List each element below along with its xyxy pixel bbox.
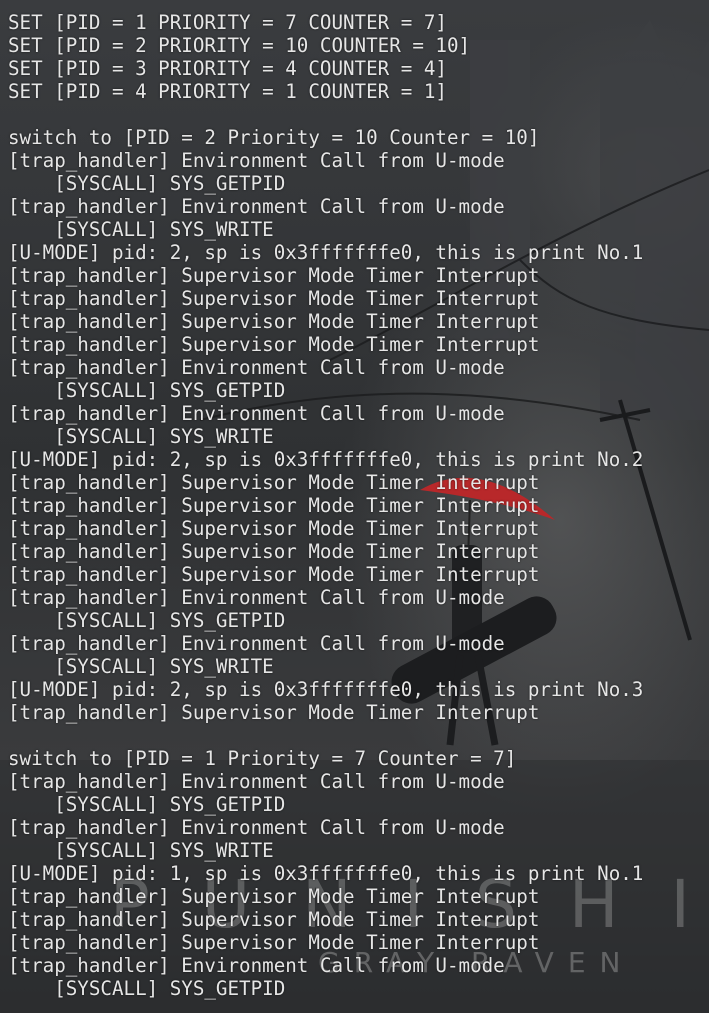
terminal-line: SET [PID = 2 PRIORITY = 10 COUNTER = 10]	[8, 34, 471, 57]
terminal-line: [trap_handler] Supervisor Mode Timer Int…	[8, 333, 540, 356]
terminal-line: switch to [PID = 2 Priority = 10 Counter…	[8, 126, 540, 149]
terminal-line: [trap_handler] Environment Call from U-m…	[8, 402, 505, 425]
terminal-line: [SYSCALL] SYS_WRITE	[8, 218, 274, 241]
terminal-line: [U-MODE] pid: 1, sp is 0x3fffffffe0, thi…	[8, 862, 644, 885]
terminal-line: [trap_handler] Environment Call from U-m…	[8, 816, 505, 839]
terminal-line: SET [PID = 1 PRIORITY = 7 COUNTER = 7]	[8, 11, 447, 34]
terminal-line: [trap_handler] Environment Call from U-m…	[8, 195, 505, 218]
terminal-line: [trap_handler] Environment Call from U-m…	[8, 586, 505, 609]
terminal-line: [trap_handler] Environment Call from U-m…	[8, 770, 505, 793]
terminal-line: [SYSCALL] SYS_GETPID	[8, 793, 286, 816]
terminal-line: [U-MODE] pid: 2, sp is 0x3fffffffe0, thi…	[8, 448, 644, 471]
terminal-line: [trap_handler] Supervisor Mode Timer Int…	[8, 264, 540, 287]
terminal-line: [SYSCALL] SYS_GETPID	[8, 609, 286, 632]
terminal-line: [trap_handler] Supervisor Mode Timer Int…	[8, 540, 540, 563]
terminal-line: [SYSCALL] SYS_GETPID	[8, 977, 286, 1000]
terminal-line: [SYSCALL] SYS_WRITE	[8, 839, 274, 862]
terminal-line: [trap_handler] Supervisor Mode Timer Int…	[8, 494, 540, 517]
terminal-output[interactable]: SET [PID = 1 PRIORITY = 7 COUNTER = 7] SE…	[0, 0, 709, 1013]
terminal-line: [trap_handler] Environment Call from U-m…	[8, 632, 505, 655]
terminal-line: [trap_handler] Environment Call from U-m…	[8, 149, 505, 172]
terminal-line: [trap_handler] Supervisor Mode Timer Int…	[8, 908, 540, 931]
terminal-line: [U-MODE] pid: 2, sp is 0x3fffffffe0, thi…	[8, 241, 644, 264]
terminal-line: [trap_handler] Supervisor Mode Timer Int…	[8, 931, 540, 954]
terminal-line: SET [PID = 4 PRIORITY = 1 COUNTER = 1]	[8, 80, 447, 103]
terminal-line: [trap_handler] Supervisor Mode Timer Int…	[8, 287, 540, 310]
terminal-line: [trap_handler] Supervisor Mode Timer Int…	[8, 471, 540, 494]
terminal-line: [SYSCALL] SYS_GETPID	[8, 172, 286, 195]
terminal-line: [SYSCALL] SYS_WRITE	[8, 425, 274, 448]
terminal-line: [trap_handler] Supervisor Mode Timer Int…	[8, 310, 540, 333]
terminal-line: [SYSCALL] SYS_WRITE	[8, 655, 274, 678]
terminal-line: SET [PID = 3 PRIORITY = 4 COUNTER = 4]	[8, 57, 447, 80]
terminal-line: [trap_handler] Supervisor Mode Timer Int…	[8, 701, 540, 724]
terminal-line: [trap_handler] Supervisor Mode Timer Int…	[8, 517, 540, 540]
terminal-line: [trap_handler] Environment Call from U-m…	[8, 954, 505, 977]
terminal-line: switch to [PID = 1 Priority = 7 Counter …	[8, 747, 517, 770]
terminal-line: [U-MODE] pid: 2, sp is 0x3fffffffe0, thi…	[8, 678, 644, 701]
terminal-line: [trap_handler] Environment Call from U-m…	[8, 356, 505, 379]
terminal-line: [SYSCALL] SYS_GETPID	[8, 379, 286, 402]
terminal-line: [trap_handler] Supervisor Mode Timer Int…	[8, 563, 540, 586]
terminal-line: [trap_handler] Supervisor Mode Timer Int…	[8, 885, 540, 908]
